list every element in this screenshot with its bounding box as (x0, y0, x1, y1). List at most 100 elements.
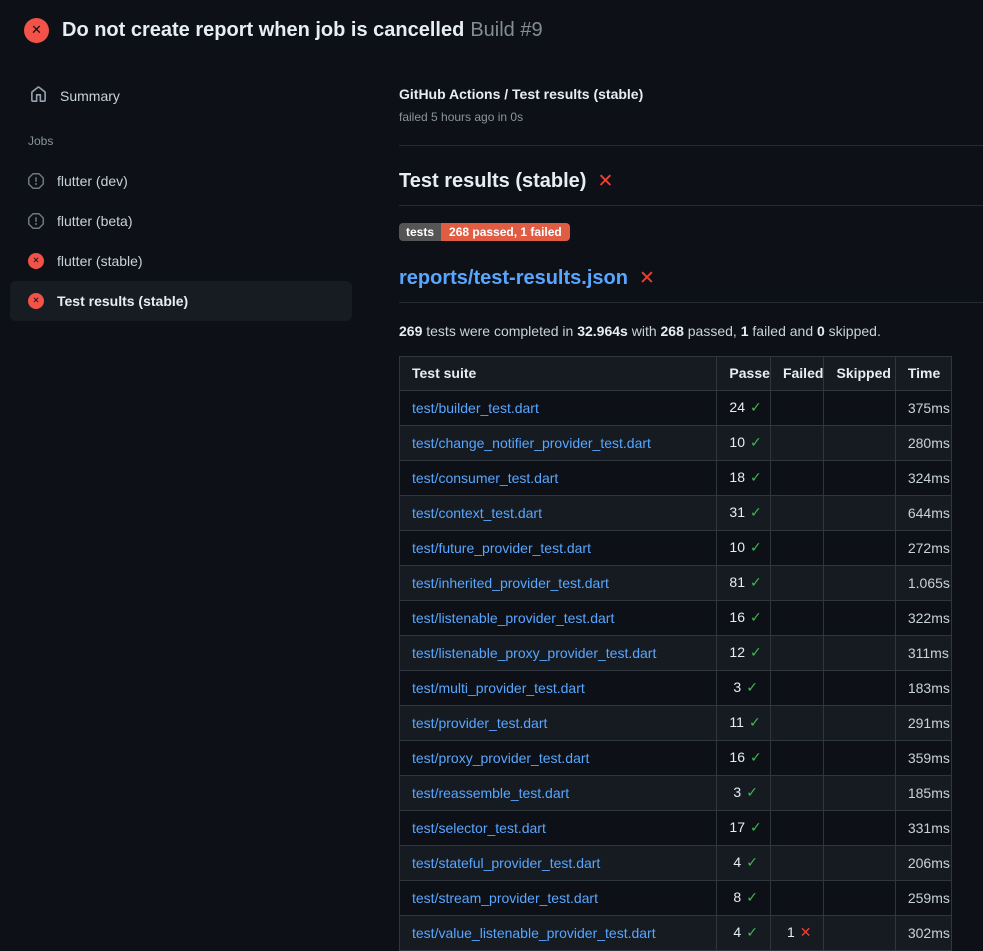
failed-cell: ✕ (770, 741, 824, 776)
summary-line: 269 tests were completed in 32.964s with… (399, 322, 983, 340)
test-suite-link[interactable]: test/stream_provider_test.dart (412, 890, 598, 906)
test-suite-link[interactable]: test/proxy_provider_test.dart (412, 750, 589, 766)
failed-cell: ✕ (770, 461, 824, 496)
status-line: failed 5 hours ago in 0s (399, 110, 983, 124)
column-header-failed: Failed (770, 357, 824, 391)
time-cell: 331ms (895, 811, 951, 846)
passed-cell: 10✓ (717, 531, 771, 566)
skipped-cell (824, 461, 895, 496)
check-icon: ✓ (746, 925, 758, 941)
time-cell: 302ms (895, 916, 951, 951)
job-label: flutter (stable) (57, 253, 143, 269)
sidebar-job-item[interactable]: ✕ Test results (stable) (10, 281, 352, 321)
table-row: test/builder_test.dart 24✓ ✕ 375ms (400, 391, 952, 426)
check-icon: ✓ (750, 470, 762, 486)
page-title: Do not create report when job is cancell… (62, 19, 543, 42)
table-row: test/stateful_provider_test.dart 4✓ ✕ 20… (400, 846, 952, 881)
table-row: test/consumer_test.dart 18✓ ✕ 324ms (400, 461, 952, 496)
test-suite-cell: test/inherited_provider_test.dart (400, 566, 717, 601)
test-suite-cell: test/value_listenable_provider_test.dart (400, 916, 717, 951)
test-suite-link[interactable]: test/change_notifier_provider_test.dart (412, 435, 651, 451)
skipped-cell (824, 391, 895, 426)
run-name: Do not create report when job is cancell… (62, 19, 464, 41)
jobs-list: ✕ flutter (dev) ✕ flutter (beta) ✕ flutt (0, 161, 380, 321)
test-suite-link[interactable]: test/multi_provider_test.dart (412, 680, 585, 696)
table-row: test/proxy_provider_test.dart 16✓ ✕ 359m… (400, 741, 952, 776)
failed-cell: ✕ (770, 391, 824, 426)
check-icon: ✓ (746, 855, 758, 871)
table-row: test/listenable_provider_test.dart 16✓ ✕… (400, 601, 952, 636)
skipped-cell (824, 496, 895, 531)
report-file-link[interactable]: reports/test-results.json (399, 266, 628, 290)
sidebar-job-item[interactable]: ✕ flutter (stable) (10, 241, 352, 281)
time-cell: 291ms (895, 706, 951, 741)
test-suite-link[interactable]: test/inherited_provider_test.dart (412, 575, 609, 591)
time-cell: 322ms (895, 601, 951, 636)
test-suite-cell: test/stream_provider_test.dart (400, 881, 717, 916)
build-number: Build #9 (470, 19, 542, 41)
sidebar-job-item[interactable]: ✕ flutter (dev) (10, 161, 352, 201)
check-icon: ✓ (750, 645, 762, 661)
failed-cell: ✕ (770, 496, 824, 531)
skipped-cell (824, 916, 895, 951)
time-cell: 185ms (895, 776, 951, 811)
sidebar-job-item[interactable]: ✕ flutter (beta) (10, 201, 352, 241)
sidebar-item-summary[interactable]: Summary (0, 84, 380, 108)
time-cell: 1.065s (895, 566, 951, 601)
passed-cell: 3✓ (717, 776, 771, 811)
header-divider (399, 145, 983, 146)
job-failed-icon: ✕ (28, 293, 44, 309)
test-suite-cell: test/proxy_provider_test.dart (400, 741, 717, 776)
test-suite-link[interactable]: test/selector_test.dart (412, 820, 546, 836)
passed-cell: 31✓ (717, 496, 771, 531)
table-header-row: Test suite Passed Failed Skipped Time (400, 357, 952, 391)
test-suite-link[interactable]: test/provider_test.dart (412, 715, 547, 731)
test-suite-link[interactable]: test/listenable_provider_test.dart (412, 610, 614, 626)
column-header-time: Time (895, 357, 951, 391)
table-row: test/provider_test.dart 11✓ ✕ 291ms (400, 706, 952, 741)
run-title-bar: ✕ Do not create report when job is cance… (0, 0, 983, 56)
test-suite-link[interactable]: test/builder_test.dart (412, 400, 539, 416)
test-suite-cell: test/listenable_provider_test.dart (400, 601, 717, 636)
test-suite-link[interactable]: test/context_test.dart (412, 505, 542, 521)
test-suite-link[interactable]: test/value_listenable_provider_test.dart (412, 925, 656, 941)
summary-label: Summary (60, 88, 120, 104)
section-title-text: Test results (stable) (399, 169, 586, 193)
failed-cell: ✕ (770, 601, 824, 636)
table-row: test/reassemble_test.dart 3✓ ✕ 185ms (400, 776, 952, 811)
test-suite-link[interactable]: test/listenable_proxy_provider_test.dart (412, 645, 656, 661)
skipped-cell (824, 776, 895, 811)
failed-cell: ✕ (770, 531, 824, 566)
time-cell: 375ms (895, 391, 951, 426)
breadcrumb: GitHub Actions / Test results (stable) (399, 86, 983, 103)
failed-cell: ✕ (770, 811, 824, 846)
failed-x-icon: ✕ (597, 171, 613, 191)
skipped-cell (824, 706, 895, 741)
skipped-cell (824, 426, 895, 461)
sidebar: Summary Jobs ✕ flutter (dev) ✕ flutter (0, 56, 380, 321)
table-row: test/future_provider_test.dart 10✓ ✕ 272… (400, 531, 952, 566)
badge-value: 268 passed, 1 failed (441, 223, 570, 241)
test-suite-link[interactable]: test/reassemble_test.dart (412, 785, 569, 801)
passed-cell: 4✓ (717, 846, 771, 881)
passed-cell: 17✓ (717, 811, 771, 846)
job-label: Test results (stable) (57, 293, 188, 309)
badge-label: tests (399, 223, 441, 241)
test-suite-cell: test/change_notifier_provider_test.dart (400, 426, 717, 461)
passed-cell: 10✓ (717, 426, 771, 461)
passed-cell: 81✓ (717, 566, 771, 601)
failed-cell: ✕ (770, 426, 824, 461)
test-suite-link[interactable]: test/future_provider_test.dart (412, 540, 591, 556)
test-suite-link[interactable]: test/stateful_provider_test.dart (412, 855, 600, 871)
passed-cell: 18✓ (717, 461, 771, 496)
failed-x-icon: ✕ (639, 268, 655, 288)
job-cancelled-icon (28, 213, 44, 229)
test-suite-cell: test/builder_test.dart (400, 391, 717, 426)
job-label: flutter (dev) (57, 173, 128, 189)
passed-cell: 16✓ (717, 741, 771, 776)
job-cancelled-icon (28, 173, 44, 189)
skipped-cell (824, 846, 895, 881)
test-suite-link[interactable]: test/consumer_test.dart (412, 470, 558, 486)
skipped-cell (824, 601, 895, 636)
failed-cell: ✕ (770, 846, 824, 881)
